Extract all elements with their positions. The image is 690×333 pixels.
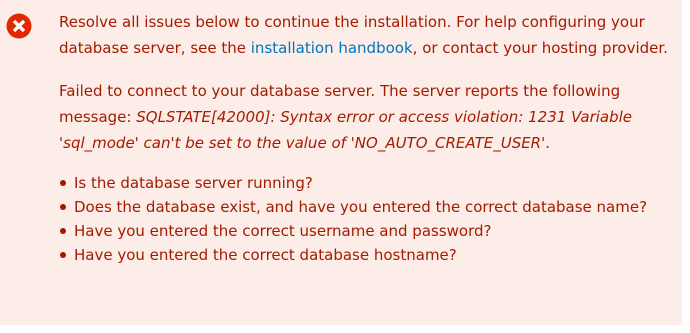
bullet-icon	[60, 252, 66, 258]
list-item-text: Have you entered the correct database ho…	[74, 246, 457, 264]
error-message-box: Resolve all issues below to continue the…	[0, 0, 682, 325]
list-item: Is the database server running?	[59, 171, 674, 195]
list-item-text: Does the database exist, and have you en…	[74, 198, 648, 216]
list-item: Have you entered the correct database ho…	[59, 243, 674, 267]
intro-paragraph: Resolve all issues below to continue the…	[59, 9, 674, 61]
intro-text-end: , or contact your hosting provider.	[412, 39, 668, 57]
error-content: Resolve all issues below to continue the…	[59, 9, 674, 267]
list-item: Have you entered the correct username an…	[59, 219, 674, 243]
list-item-text: Have you entered the correct username an…	[74, 222, 492, 240]
bullet-icon	[60, 228, 66, 234]
bullet-icon	[60, 180, 66, 186]
troubleshooting-list: Is the database server running? Does the…	[59, 171, 674, 267]
error-suffix: .	[545, 134, 551, 152]
error-icon	[6, 13, 32, 39]
error-paragraph: Failed to connect to your database serve…	[59, 78, 674, 156]
list-item: Does the database exist, and have you en…	[59, 195, 674, 219]
installation-handbook-link[interactable]: installation handbook	[251, 39, 413, 57]
list-item-text: Is the database server running?	[74, 174, 313, 192]
bullet-icon	[60, 204, 66, 210]
